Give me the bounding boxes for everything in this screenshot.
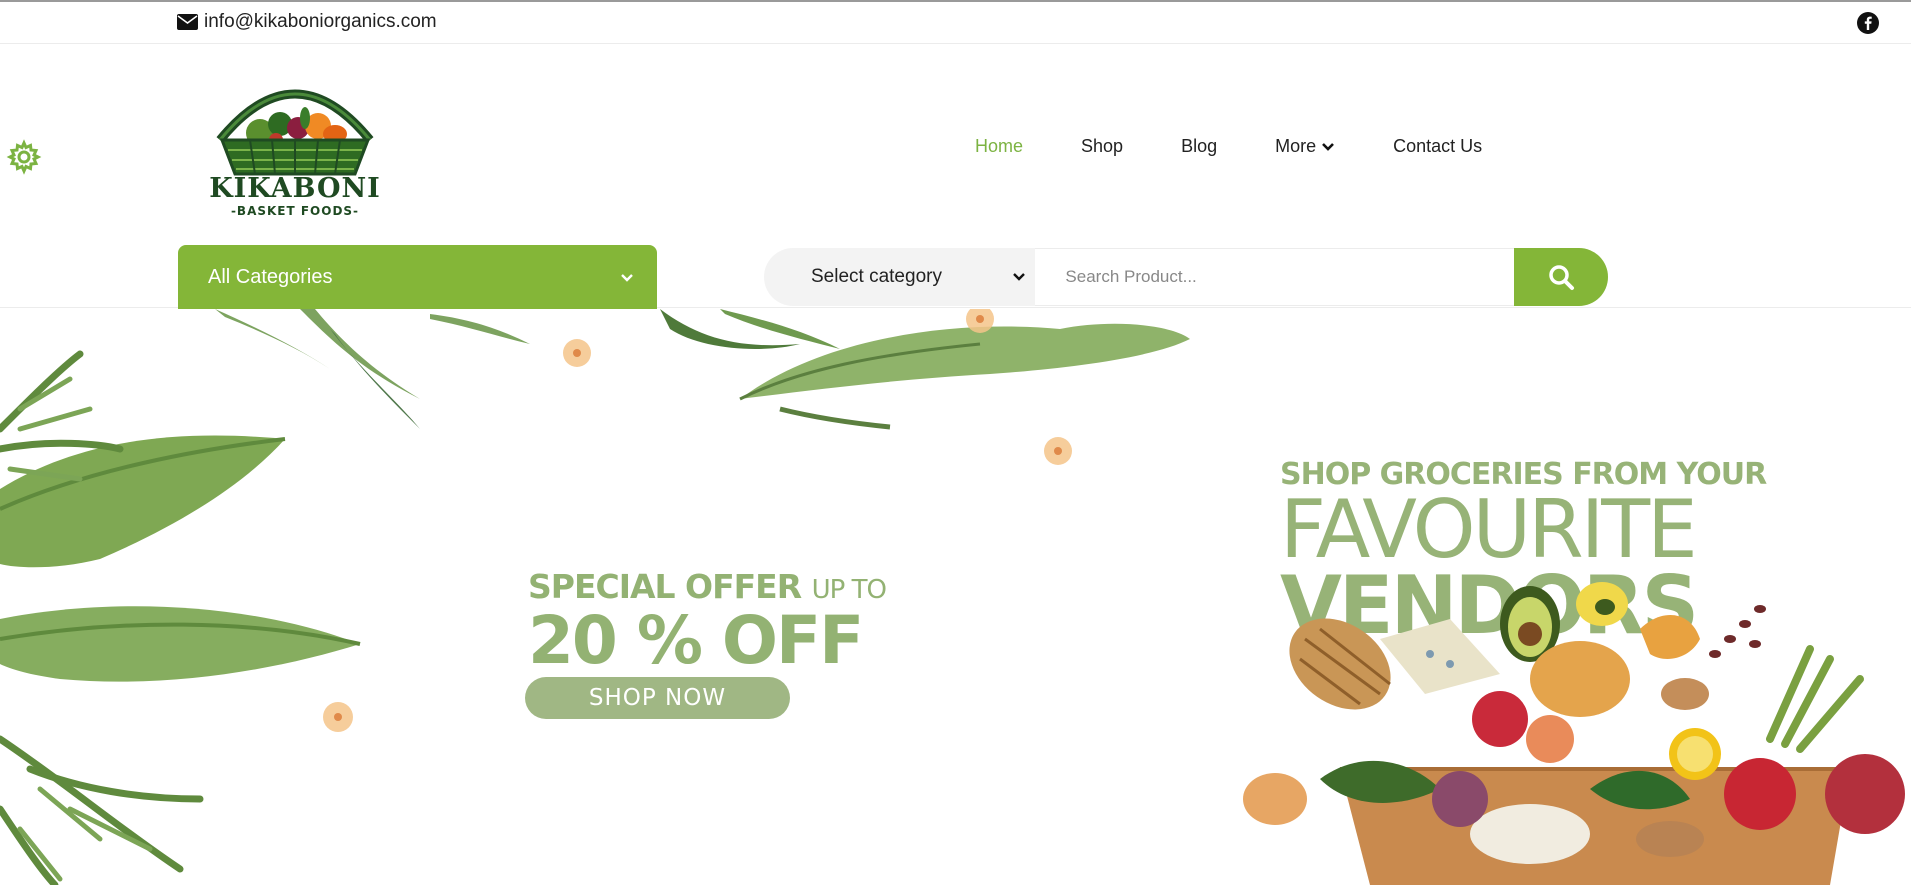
main-nav: Home Shop Blog More Contact Us <box>975 136 1540 157</box>
chevron-down-icon <box>621 274 633 282</box>
all-categories-label: All Categories <box>208 265 333 288</box>
nav-more[interactable]: More <box>1275 136 1335 157</box>
hero-banner: SPECIAL OFFER UP TO 20 % OFF SHOP NOW SH… <box>0 309 1911 885</box>
offer-small-text: UP TO <box>811 575 887 605</box>
basket-logo-icon <box>216 89 374 176</box>
offer-main-text: SPECIAL OFFER <box>528 567 802 606</box>
search-button[interactable] <box>1514 248 1608 306</box>
product-search: Select category <box>764 248 1608 306</box>
promo-line-2: FAVOURITE <box>1280 483 1698 576</box>
special-offer: SPECIAL OFFER UP TO 20 % OFF <box>528 567 887 679</box>
nav-blog[interactable]: Blog <box>1181 136 1217 157</box>
search-icon <box>1549 265 1575 290</box>
email-text[interactable]: info@kikaboniorganics.com <box>204 11 437 33</box>
shop-now-button[interactable]: SHOP NOW <box>525 677 790 719</box>
chevron-down-icon <box>1322 142 1335 151</box>
envelope-icon <box>177 14 198 30</box>
site-header: KIKABONI -BASKET FOODS- Home Shop Blog M… <box>0 44 1911 309</box>
groceries-bag-image <box>1243 582 1905 885</box>
nav-more-label: More <box>1275 136 1317 156</box>
gear-icon[interactable] <box>6 139 42 175</box>
offer-heading: SPECIAL OFFER UP TO <box>528 567 887 606</box>
nav-contact-us[interactable]: Contact Us <box>1393 136 1482 157</box>
top-bar: info@kikaboniorganics.com <box>0 0 1911 44</box>
contact-email[interactable]: info@kikaboniorganics.com <box>177 11 437 33</box>
all-categories-button[interactable]: All Categories <box>178 245 657 309</box>
nav-home[interactable]: Home <box>975 136 1023 157</box>
nav-shop[interactable]: Shop <box>1081 136 1123 157</box>
offer-percent: 20 % OFF <box>528 602 864 679</box>
site-logo[interactable]: KIKABONI -BASKET FOODS- <box>180 78 410 218</box>
facebook-icon[interactable] <box>1857 12 1879 34</box>
category-select[interactable]: Select category <box>764 248 1036 306</box>
chevron-down-icon <box>1013 273 1026 281</box>
logo-text: KIKABONI <box>209 173 381 204</box>
category-select-value: Select category <box>811 266 942 287</box>
search-input[interactable] <box>1035 248 1515 306</box>
logo-subtext: -BASKET FOODS- <box>230 204 360 218</box>
